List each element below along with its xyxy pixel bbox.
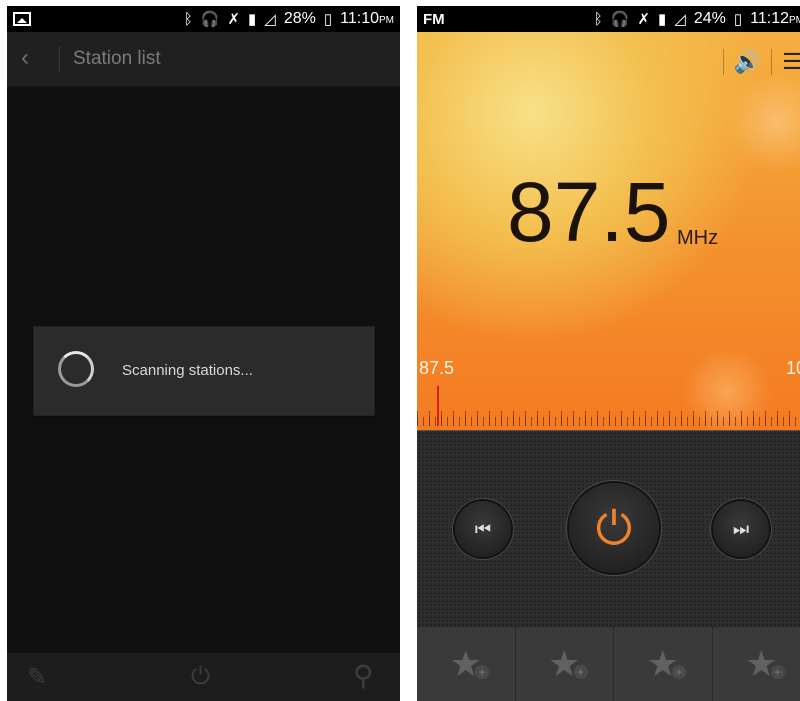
- add-icon: +: [672, 665, 686, 679]
- frequency-display: 87.5: [507, 165, 671, 259]
- list-icon[interactable]: ☰: [782, 49, 800, 75]
- status-bar: ᛒ 🎧 ✗ ▮ ◿ 28% ▯ 11:10PM: [7, 6, 400, 32]
- favorite-slot-2[interactable]: ★ +: [516, 627, 614, 701]
- page-title: Station list: [73, 48, 161, 69]
- star-icon: ★: [646, 643, 679, 684]
- toolbar-divider: [722, 49, 724, 75]
- toolbar-divider: [771, 49, 773, 75]
- headphones-icon: 🎧: [610, 10, 630, 28]
- frequency-unit: MHz: [677, 227, 719, 249]
- control-panel: ⏮ ⏻ ⏭: [417, 430, 800, 627]
- battery-percent: 28%: [283, 10, 316, 27]
- favorite-slot-4[interactable]: ★ +: [713, 627, 800, 701]
- title-bar: ‹ Station list: [7, 32, 400, 88]
- vibrate-off-icon: ✗: [227, 10, 241, 28]
- battery-percent: 24%: [693, 10, 726, 27]
- headphones-icon: 🎧: [200, 10, 220, 28]
- tuning-scale-major: [417, 404, 800, 426]
- tuner-panel: 🔊 ☰ 87.5 MHz: [417, 32, 800, 430]
- tuning-needle[interactable]: [437, 386, 439, 426]
- bluetooth-icon: ᛒ: [593, 10, 603, 28]
- sim-icon: ▮: [658, 10, 667, 28]
- add-icon: +: [573, 665, 588, 679]
- toolbar: 🔊 ☰: [713, 42, 800, 82]
- power-button[interactable]: ⏻: [569, 483, 659, 573]
- star-icon: ★: [745, 643, 778, 684]
- app-label: FM: [423, 10, 445, 28]
- add-icon: +: [770, 665, 785, 679]
- spinner-icon: [58, 351, 94, 387]
- bluetooth-icon: ᛒ: [183, 10, 193, 28]
- favorite-slot-1[interactable]: ★ +: [417, 627, 516, 701]
- bottom-bar: ✎ ⏻ ⚲: [7, 653, 400, 701]
- power-icon: ⏻: [595, 502, 633, 554]
- power-icon[interactable]: ⏻: [191, 663, 210, 691]
- clock: 11:10PM: [340, 10, 394, 27]
- skip-forward-icon: ⏭: [732, 518, 750, 539]
- skip-back-icon: ⏮: [474, 518, 492, 539]
- station-list-screen: ᛒ 🎧 ✗ ▮ ◿ 28% ▯ 11:10PM ‹ Station list S…: [7, 6, 400, 701]
- favorites-bar: ★ + ★ + ★ + ★ +: [417, 626, 800, 701]
- previous-station-button[interactable]: ⏮: [455, 501, 511, 557]
- search-icon[interactable]: ⚲: [353, 659, 374, 692]
- scale-end-label: 108: [785, 358, 800, 378]
- vibrate-off-icon: ✗: [637, 10, 651, 28]
- scale-start-label: 87.5: [419, 358, 455, 378]
- sim-icon: ▮: [248, 10, 257, 28]
- signal-icon: ◿: [264, 10, 276, 28]
- next-station-button[interactable]: ⏭: [713, 501, 769, 557]
- scanning-dialog: Scanning stations...: [33, 326, 375, 416]
- signal-icon: ◿: [674, 10, 686, 28]
- title-divider: [59, 46, 60, 72]
- battery-icon: ▯: [733, 10, 743, 28]
- speaker-icon[interactable]: 🔊: [734, 49, 761, 75]
- star-icon: ★: [449, 643, 482, 684]
- fm-radio-screen: FM ᛒ 🎧 ✗ ▮ ◿ 24% ▯ 11:12PM 🔊 ☰ 87.5 MHz …: [417, 6, 800, 701]
- image-icon: [13, 12, 31, 26]
- scanning-text: Scanning stations...: [122, 362, 253, 379]
- add-icon: +: [475, 665, 489, 679]
- star-icon: ★: [548, 643, 581, 684]
- clock: 11:12PM: [750, 10, 800, 27]
- battery-icon: ▯: [323, 10, 333, 28]
- status-bar: FM ᛒ 🎧 ✗ ▮ ◿ 24% ▯ 11:12PM: [417, 6, 800, 32]
- back-icon[interactable]: ‹: [21, 44, 29, 72]
- favorite-slot-3[interactable]: ★ +: [614, 627, 713, 701]
- edit-icon[interactable]: ✎: [27, 663, 47, 692]
